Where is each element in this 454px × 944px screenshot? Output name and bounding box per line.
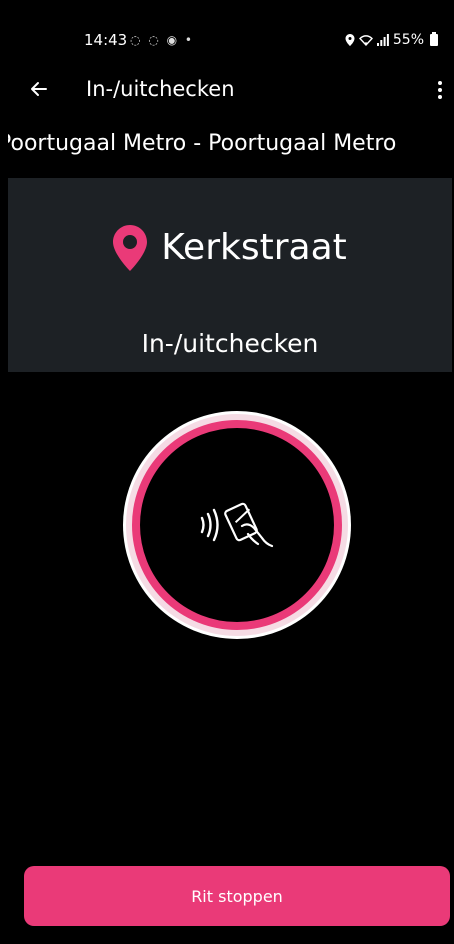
more-vertical-icon-dot — [438, 88, 442, 92]
wifi-icon — [358, 35, 373, 46]
station-row: Kerkstraat — [8, 220, 452, 276]
more-vertical-icon-dot — [438, 95, 442, 99]
battery-percentage: 55% — [392, 32, 424, 48]
notification-icons: ◌ ◌ ◉ • — [130, 33, 194, 47]
route-text: Poortugaal Metro - Poortugaal Metro — [8, 131, 397, 156]
nfc-tap-target[interactable] — [132, 420, 342, 630]
status-bar: 14:43 ◌ ◌ ◉ • 55% — [8, 0, 452, 60]
location-pin-icon — [113, 225, 148, 271]
app-screen: 14:43 ◌ ◌ ◉ • 55% In-/uitchecken Poortug… — [8, 0, 452, 944]
page-title: In-/uitchecken — [86, 77, 235, 101]
signal-icon — [376, 34, 389, 46]
stop-ride-button[interactable]: Rit stoppen — [24, 866, 450, 926]
battery-icon — [430, 32, 438, 46]
contactless-card-tap-icon — [200, 502, 274, 548]
status-time: 14:43 — [84, 31, 128, 49]
status-right-group: 55% — [345, 30, 438, 50]
back-button[interactable] — [24, 74, 54, 104]
checkin-label: In-/uitchecken — [141, 329, 319, 358]
station-name: Kerkstraat — [161, 227, 347, 268]
app-bar: In-/uitchecken — [8, 64, 452, 114]
location-icon — [345, 34, 355, 46]
arrow-left-icon — [31, 82, 47, 96]
more-options-button[interactable] — [432, 76, 448, 104]
more-vertical-icon-dot — [438, 81, 442, 85]
route-marquee: Poortugaal Metro - Poortugaal Metro — [8, 128, 452, 162]
station-panel: Kerkstraat In-/uitchecken — [8, 178, 452, 372]
